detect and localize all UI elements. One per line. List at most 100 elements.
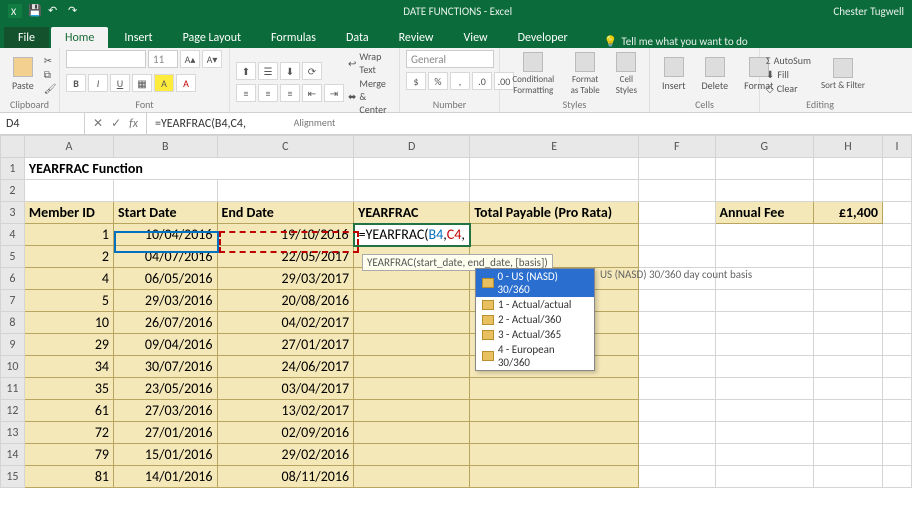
- cell[interactable]: 29/03/2016: [114, 290, 217, 312]
- cell[interactable]: 14/01/2016: [114, 466, 217, 488]
- cell[interactable]: [354, 378, 470, 400]
- cell[interactable]: [814, 268, 883, 290]
- cell[interactable]: [882, 334, 911, 356]
- bold-button[interactable]: B: [66, 74, 86, 92]
- cell[interactable]: 29/02/2016: [217, 444, 354, 466]
- intellisense-item[interactable]: 3 - Actual/365: [476, 327, 594, 342]
- cell[interactable]: [715, 466, 814, 488]
- row-header[interactable]: 14: [1, 444, 25, 466]
- tab-data[interactable]: Data: [332, 27, 383, 48]
- cell[interactable]: [639, 246, 715, 268]
- indent-inc-button[interactable]: ⇥: [324, 84, 344, 102]
- align-center-button[interactable]: ≡: [258, 84, 278, 102]
- formula-input[interactable]: =YEARFRAC(B4,C4,: [147, 113, 912, 134]
- row-header[interactable]: 3: [1, 202, 25, 224]
- table-header[interactable]: Total Payable (Pro Rata): [470, 202, 639, 224]
- col-header-E[interactable]: E: [470, 136, 639, 158]
- row-header[interactable]: 11: [1, 378, 25, 400]
- cell[interactable]: [814, 290, 883, 312]
- cell[interactable]: 13/02/2017: [217, 400, 354, 422]
- cell[interactable]: 61: [24, 400, 113, 422]
- cell[interactable]: 27/01/2016: [114, 422, 217, 444]
- active-cell[interactable]: =YEARFRAC(B4,C4,: [354, 224, 470, 246]
- row-header[interactable]: 9: [1, 334, 25, 356]
- cell[interactable]: [882, 290, 911, 312]
- cell[interactable]: [354, 312, 470, 334]
- col-header-C[interactable]: C: [217, 136, 354, 158]
- border-button[interactable]: ▦: [132, 74, 152, 92]
- cell[interactable]: [639, 290, 715, 312]
- cell[interactable]: [715, 224, 814, 246]
- tab-review[interactable]: Review: [385, 27, 448, 48]
- col-header-A[interactable]: A: [24, 136, 113, 158]
- currency-button[interactable]: $: [406, 72, 426, 90]
- delete-cells-button[interactable]: Delete: [696, 55, 735, 94]
- indent-dec-button[interactable]: ⇤: [302, 84, 322, 102]
- cell[interactable]: 15/01/2016: [114, 444, 217, 466]
- cell[interactable]: 79: [24, 444, 113, 466]
- cell[interactable]: [354, 158, 470, 180]
- intellisense-item[interactable]: 4 - European 30/360: [476, 342, 594, 370]
- cell[interactable]: [715, 400, 814, 422]
- cell[interactable]: [814, 444, 883, 466]
- row-header[interactable]: 1: [1, 158, 25, 180]
- cell[interactable]: [470, 378, 639, 400]
- intellisense-item[interactable]: 1 - Actual/actual: [476, 297, 594, 312]
- cell[interactable]: [882, 158, 911, 180]
- redo-icon[interactable]: ↷: [68, 4, 82, 18]
- col-header-G[interactable]: G: [715, 136, 814, 158]
- col-header-F[interactable]: F: [639, 136, 715, 158]
- tab-home[interactable]: Home: [51, 27, 108, 48]
- increase-font-button[interactable]: A▴: [180, 50, 200, 68]
- cell[interactable]: [639, 422, 715, 444]
- cell[interactable]: [639, 356, 715, 378]
- cell[interactable]: 72: [24, 422, 113, 444]
- comma-button[interactable]: ,: [450, 72, 470, 90]
- undo-icon[interactable]: ↶: [48, 4, 62, 18]
- cancel-formula-button[interactable]: ✕: [93, 116, 103, 131]
- decrease-font-button[interactable]: A▾: [202, 50, 222, 68]
- cell[interactable]: [354, 444, 470, 466]
- percent-button[interactable]: %: [428, 72, 448, 90]
- cell[interactable]: 06/05/2016: [114, 268, 217, 290]
- font-color-button[interactable]: A: [176, 74, 196, 92]
- align-middle-button[interactable]: ☰: [258, 62, 278, 80]
- cell[interactable]: [882, 444, 911, 466]
- cell[interactable]: [715, 378, 814, 400]
- cell[interactable]: [354, 356, 470, 378]
- cell[interactable]: 02/09/2016: [217, 422, 354, 444]
- tab-insert[interactable]: Insert: [110, 27, 166, 48]
- cell[interactable]: [354, 466, 470, 488]
- cell[interactable]: [882, 356, 911, 378]
- cell[interactable]: [814, 378, 883, 400]
- cell[interactable]: [639, 312, 715, 334]
- orientation-button[interactable]: ⟳: [302, 62, 322, 80]
- cell[interactable]: [470, 422, 639, 444]
- cell[interactable]: [639, 180, 715, 202]
- cell[interactable]: [639, 444, 715, 466]
- annual-fee-label[interactable]: Annual Fee: [715, 202, 814, 224]
- cell[interactable]: 5: [24, 290, 113, 312]
- cell[interactable]: [354, 180, 470, 202]
- cut-button[interactable]: ✂: [44, 54, 57, 67]
- cell[interactable]: 2: [24, 246, 113, 268]
- tab-view[interactable]: View: [450, 27, 502, 48]
- cell[interactable]: [639, 158, 715, 180]
- enter-formula-button[interactable]: ✓: [111, 116, 121, 131]
- font-size-input[interactable]: [148, 50, 178, 68]
- annual-fee-value[interactable]: £1,400: [814, 202, 883, 224]
- cell[interactable]: [354, 334, 470, 356]
- row-header[interactable]: 12: [1, 400, 25, 422]
- cell[interactable]: 04/07/2016: [114, 246, 217, 268]
- table-header[interactable]: YEARFRAC: [354, 202, 470, 224]
- cell[interactable]: 27/03/2016: [114, 400, 217, 422]
- cell[interactable]: 24/06/2017: [217, 356, 354, 378]
- sheet-title[interactable]: YEARFRAC Function: [24, 158, 353, 180]
- row-header[interactable]: 6: [1, 268, 25, 290]
- cell[interactable]: [639, 378, 715, 400]
- align-bottom-button[interactable]: ⬇: [280, 62, 300, 80]
- increase-decimal-button[interactable]: .0: [472, 72, 492, 90]
- cell[interactable]: [715, 246, 814, 268]
- table-header[interactable]: Start Date: [114, 202, 217, 224]
- cell[interactable]: 08/11/2016: [217, 466, 354, 488]
